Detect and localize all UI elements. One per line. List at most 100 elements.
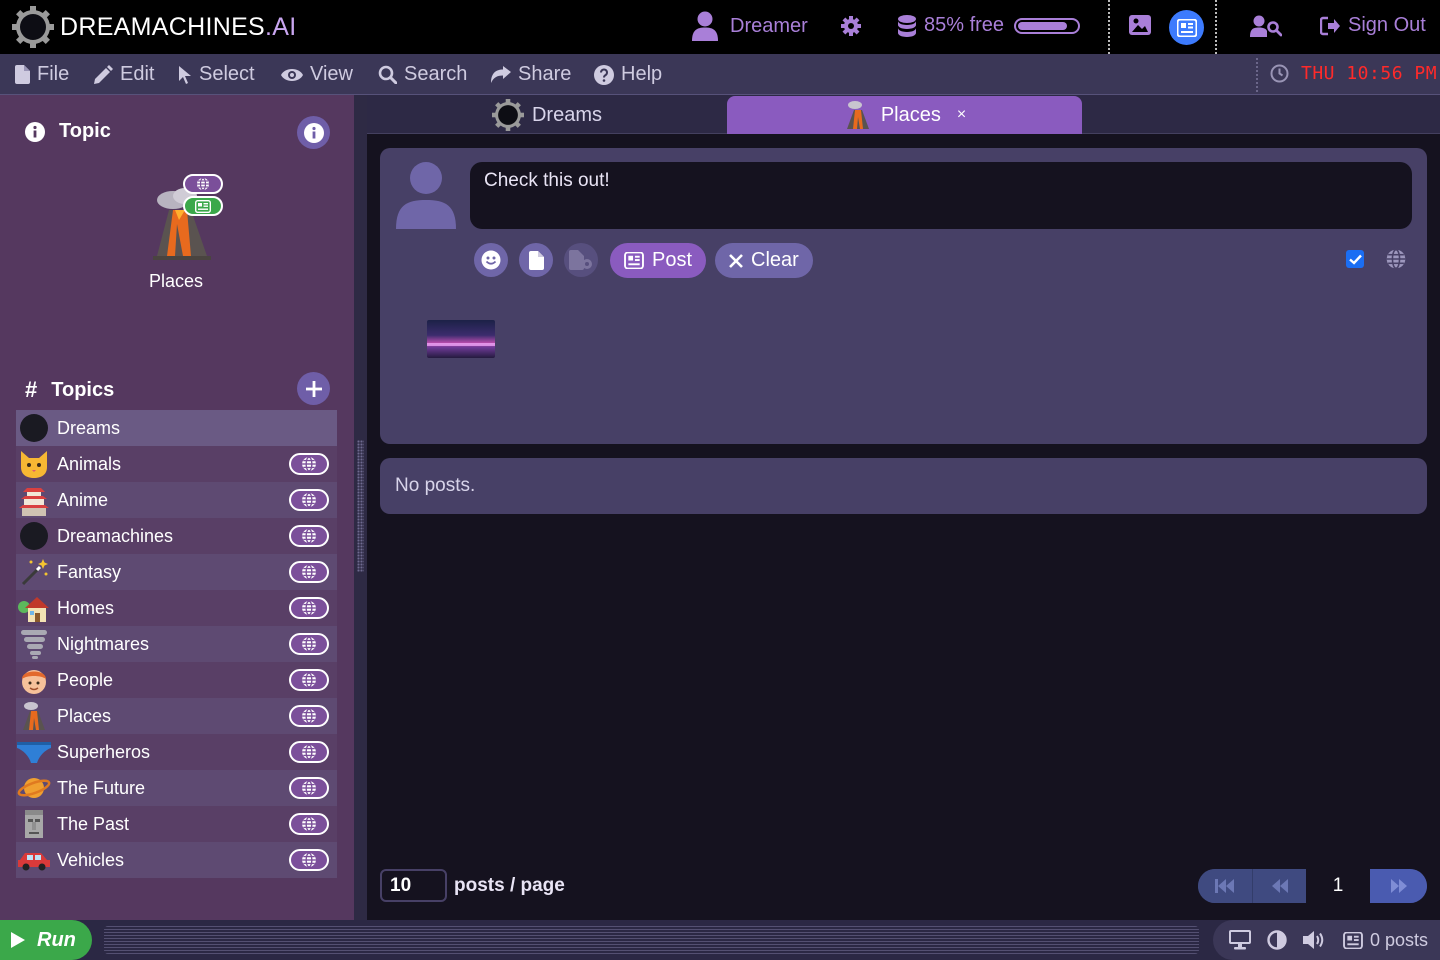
splitter-handle[interactable]	[357, 440, 364, 572]
menu-file-label: File	[37, 63, 70, 85]
attach-image-button[interactable]	[564, 243, 598, 277]
menu-help[interactable]: Help	[594, 63, 662, 86]
globe-icon[interactable]	[289, 633, 329, 655]
posts-button[interactable]	[1169, 10, 1204, 45]
storage-bar	[1014, 17, 1081, 34]
newspaper-icon	[1176, 18, 1197, 37]
globe-icon[interactable]	[289, 813, 329, 835]
user-search-icon	[1250, 15, 1282, 37]
user-icon	[692, 11, 718, 41]
progress-track	[104, 926, 1199, 954]
volume-icon[interactable]	[1303, 930, 1327, 950]
globe-icon[interactable]	[289, 849, 329, 871]
moon-icon	[16, 410, 52, 446]
post-button-label: Post	[652, 249, 693, 271]
sidebar-item-places[interactable]: Places	[16, 698, 337, 734]
briefs-icon	[16, 734, 52, 770]
post-input[interactable]: Check this out!	[470, 162, 1412, 229]
emoji-button[interactable]	[474, 243, 508, 277]
globe-icon[interactable]	[289, 741, 329, 763]
planet-icon	[16, 770, 52, 806]
globe-icon[interactable]	[289, 777, 329, 799]
tab-places-label: Places	[880, 103, 941, 126]
sidebar-item-people[interactable]: People	[16, 662, 337, 698]
menu-select[interactable]: Select	[179, 63, 255, 86]
menu-share[interactable]: Share	[491, 63, 571, 86]
menu-view[interactable]: View	[281, 63, 353, 86]
current-page[interactable]: 1	[1306, 869, 1370, 903]
info-icon	[25, 121, 45, 142]
clock: THU 10:56 PM	[1270, 63, 1437, 84]
cat-icon	[16, 446, 52, 482]
globe-icon[interactable]	[289, 597, 329, 619]
clock-time: THU 10:56 PM	[1301, 63, 1438, 84]
attached-image-thumbnail[interactable]	[427, 320, 495, 358]
menu-search-label: Search	[404, 63, 468, 85]
globe-icon[interactable]	[289, 561, 329, 583]
sidebar-item-label: Vehicles	[57, 849, 125, 870]
clear-button[interactable]: Clear	[715, 243, 813, 278]
sign-out-button[interactable]: Sign Out	[1320, 14, 1426, 37]
sidebar-item-label: Dreamachines	[57, 525, 174, 546]
next-page-button[interactable]	[1370, 869, 1427, 903]
menu-file[interactable]: File	[15, 63, 69, 86]
menu-edit[interactable]: Edit	[94, 63, 154, 86]
find-user-button[interactable]	[1250, 15, 1282, 37]
contrast-icon[interactable]	[1267, 930, 1287, 950]
sidebar-item-the-future[interactable]: The Future	[16, 770, 337, 806]
previous-page-button[interactable]	[1252, 869, 1306, 903]
newspaper-icon	[1343, 931, 1363, 949]
tab-places[interactable]: Places ×	[727, 96, 1082, 134]
sidebar-item-superheros[interactable]: Superheros	[16, 734, 337, 770]
sidebar-item-vehicles[interactable]: Vehicles	[16, 842, 337, 878]
storage-indicator[interactable]: 85% free	[898, 14, 1081, 37]
sidebar-item-homes[interactable]: Homes	[16, 590, 337, 626]
settings-button[interactable]	[841, 16, 861, 36]
post-composer: Check this out! Post Clear	[380, 148, 1427, 444]
monitor-icon[interactable]	[1229, 930, 1251, 950]
tab-dreams-label: Dreams	[531, 103, 602, 126]
globe-icon[interactable]	[289, 705, 329, 727]
topic-card[interactable]	[140, 172, 230, 262]
storage-bar-fill	[1018, 21, 1068, 30]
menu-help-label: Help	[621, 63, 663, 85]
images-button[interactable]	[1129, 15, 1151, 35]
volcano-icon	[846, 101, 869, 129]
sidebar-item-the-past[interactable]: The Past	[16, 806, 337, 842]
topic-info-button[interactable]	[297, 116, 330, 149]
cursor-icon	[179, 65, 191, 84]
tab-dreams[interactable]: Dreams	[367, 96, 727, 134]
sidebar-item-animals[interactable]: Animals	[16, 446, 337, 482]
plus-icon	[305, 380, 322, 397]
play-icon	[11, 932, 25, 948]
posts-per-page-input[interactable]	[380, 869, 447, 902]
user-menu[interactable]: Dreamer	[692, 11, 808, 41]
brand-logo[interactable]: DREAMACHINES.AI	[12, 6, 297, 48]
sidebar-item-fantasy[interactable]: Fantasy	[16, 554, 337, 590]
first-page-button[interactable]	[1198, 869, 1252, 903]
post-button[interactable]: Post	[610, 243, 707, 278]
public-checkbox[interactable]	[1346, 250, 1364, 268]
sidebar-item-label: Dreams	[57, 417, 121, 438]
add-topic-button[interactable]	[297, 372, 330, 405]
run-button[interactable]: Run	[0, 920, 92, 960]
close-icon[interactable]: ×	[957, 106, 966, 124]
sidebar-item-dreams[interactable]: Dreams	[16, 410, 337, 446]
sidebar-item-label: The Past	[57, 813, 130, 834]
menu-search[interactable]: Search	[378, 63, 467, 86]
sidebar-item-dreamachines[interactable]: Dreamachines	[16, 518, 337, 554]
volcano-icon	[16, 698, 52, 734]
sidebar-item-anime[interactable]: Anime	[16, 482, 337, 518]
eye-icon	[281, 68, 303, 81]
globe-icon[interactable]	[289, 489, 329, 511]
image-icon	[1129, 15, 1151, 35]
globe-icon[interactable]	[289, 669, 329, 691]
public-badge	[183, 174, 223, 194]
check-icon	[1348, 254, 1362, 265]
sidebar-item-label: People	[57, 669, 114, 690]
globe-icon[interactable]	[289, 525, 329, 547]
sidebar-item-nightmares[interactable]: Nightmares	[16, 626, 337, 662]
newspaper-icon	[195, 199, 211, 213]
globe-icon[interactable]	[289, 453, 329, 475]
attach-file-button[interactable]	[519, 243, 553, 277]
